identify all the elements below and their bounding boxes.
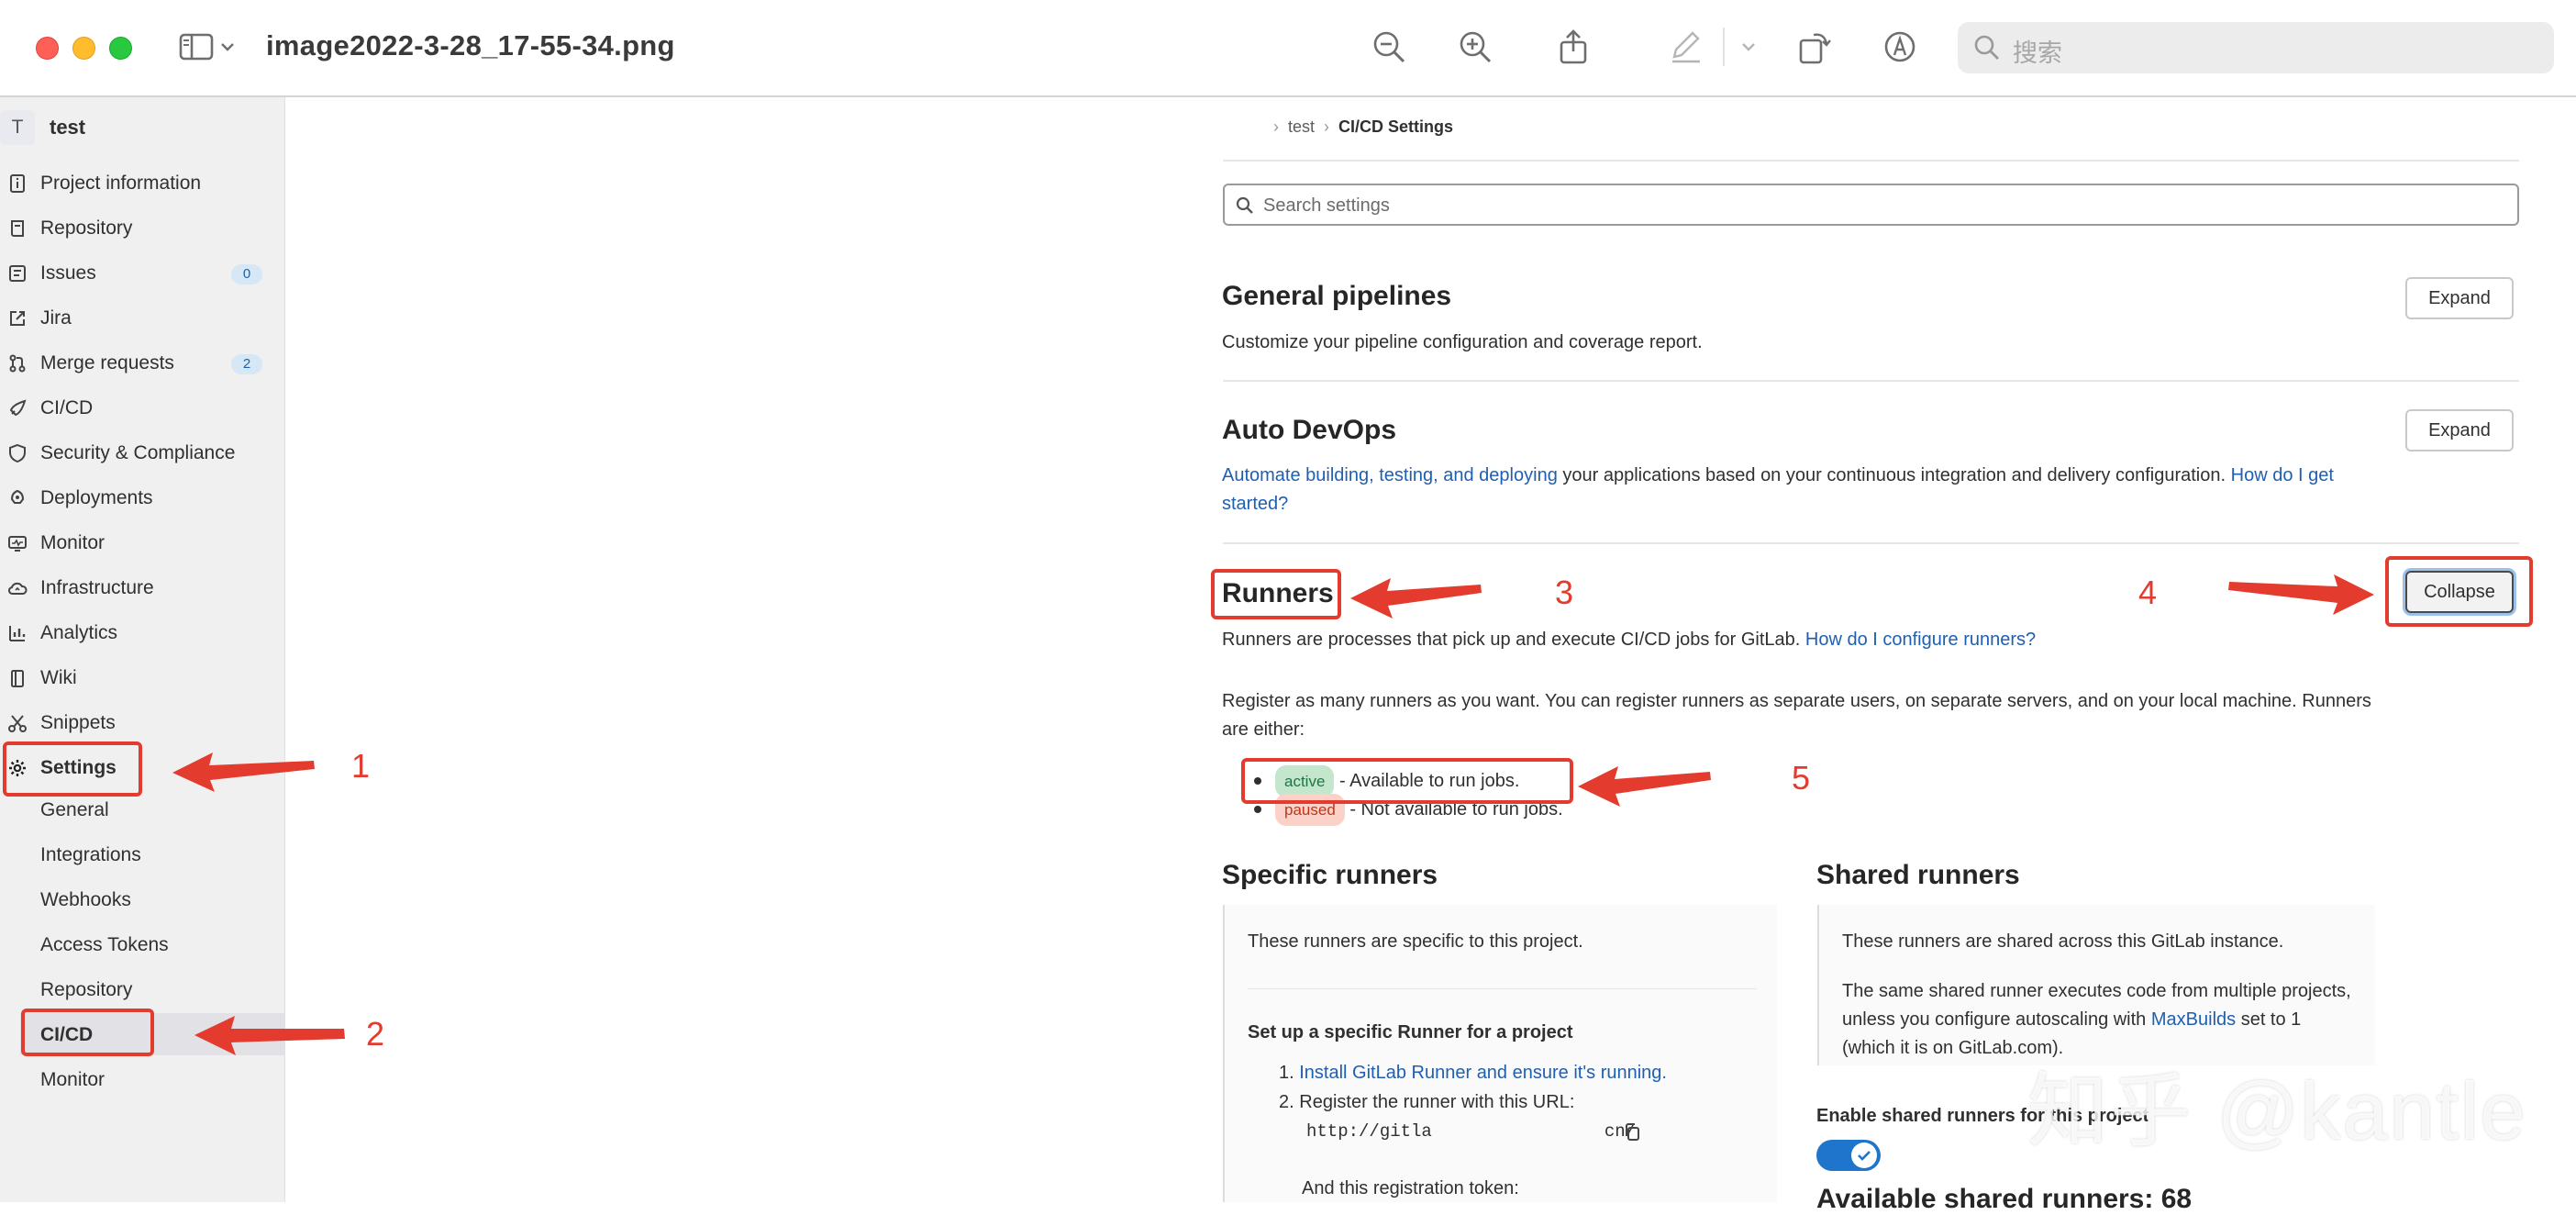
annotation-arrow-1 <box>172 752 315 792</box>
watermark: 知乎 @kantle <box>2027 1065 2527 1156</box>
annotation-arrow-3 <box>1350 578 1482 619</box>
annotation-arrows <box>172 574 2374 1055</box>
annotation-arrow-2 <box>194 1016 345 1055</box>
annotation-arrow-4 <box>2228 574 2374 615</box>
annotation-arrow-5 <box>1578 766 1711 807</box>
